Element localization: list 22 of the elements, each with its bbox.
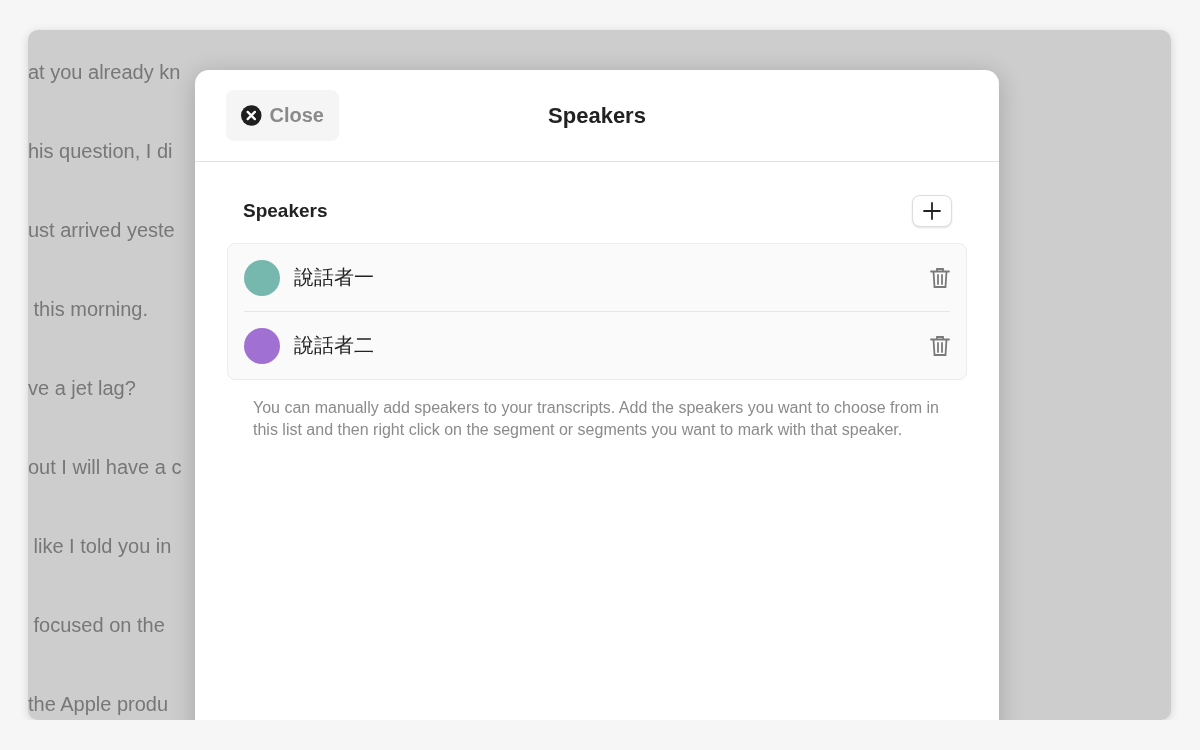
help-text: You can manually add speakers to your transcripts. Add the speakers you want to choose from in this list and then right click on the segment or segments you want to mark with that speaker.	[253, 398, 940, 440]
transcript-line: the Apple produ	[28, 693, 169, 717]
trash-icon	[930, 334, 950, 357]
trash-icon	[930, 266, 950, 289]
transcript-line: ve a jet lag?	[28, 377, 136, 401]
plus-icon	[923, 202, 941, 220]
transcript-line: at you already kn	[28, 61, 181, 85]
transcript-line: ust arrived yeste	[28, 219, 175, 243]
transcript-line: out I will have a c	[28, 456, 182, 480]
section-title: Speakers	[243, 200, 328, 222]
close-icon	[241, 105, 262, 126]
delete-button[interactable]	[930, 266, 950, 289]
dialog-title: Speakers	[548, 102, 646, 129]
transcript-line: like I told you in	[32, 535, 172, 559]
speaker-name: 說話者一	[294, 265, 375, 290]
close-button[interactable]: Close	[226, 90, 339, 141]
transcript-line: his question, I di	[28, 140, 173, 164]
transcript-line: this morning.	[32, 298, 149, 322]
speaker-name: 說話者二	[294, 333, 375, 358]
add-button[interactable]	[912, 195, 952, 227]
delete-button[interactable]	[930, 334, 950, 357]
transcript-line: focused on the	[32, 614, 166, 638]
